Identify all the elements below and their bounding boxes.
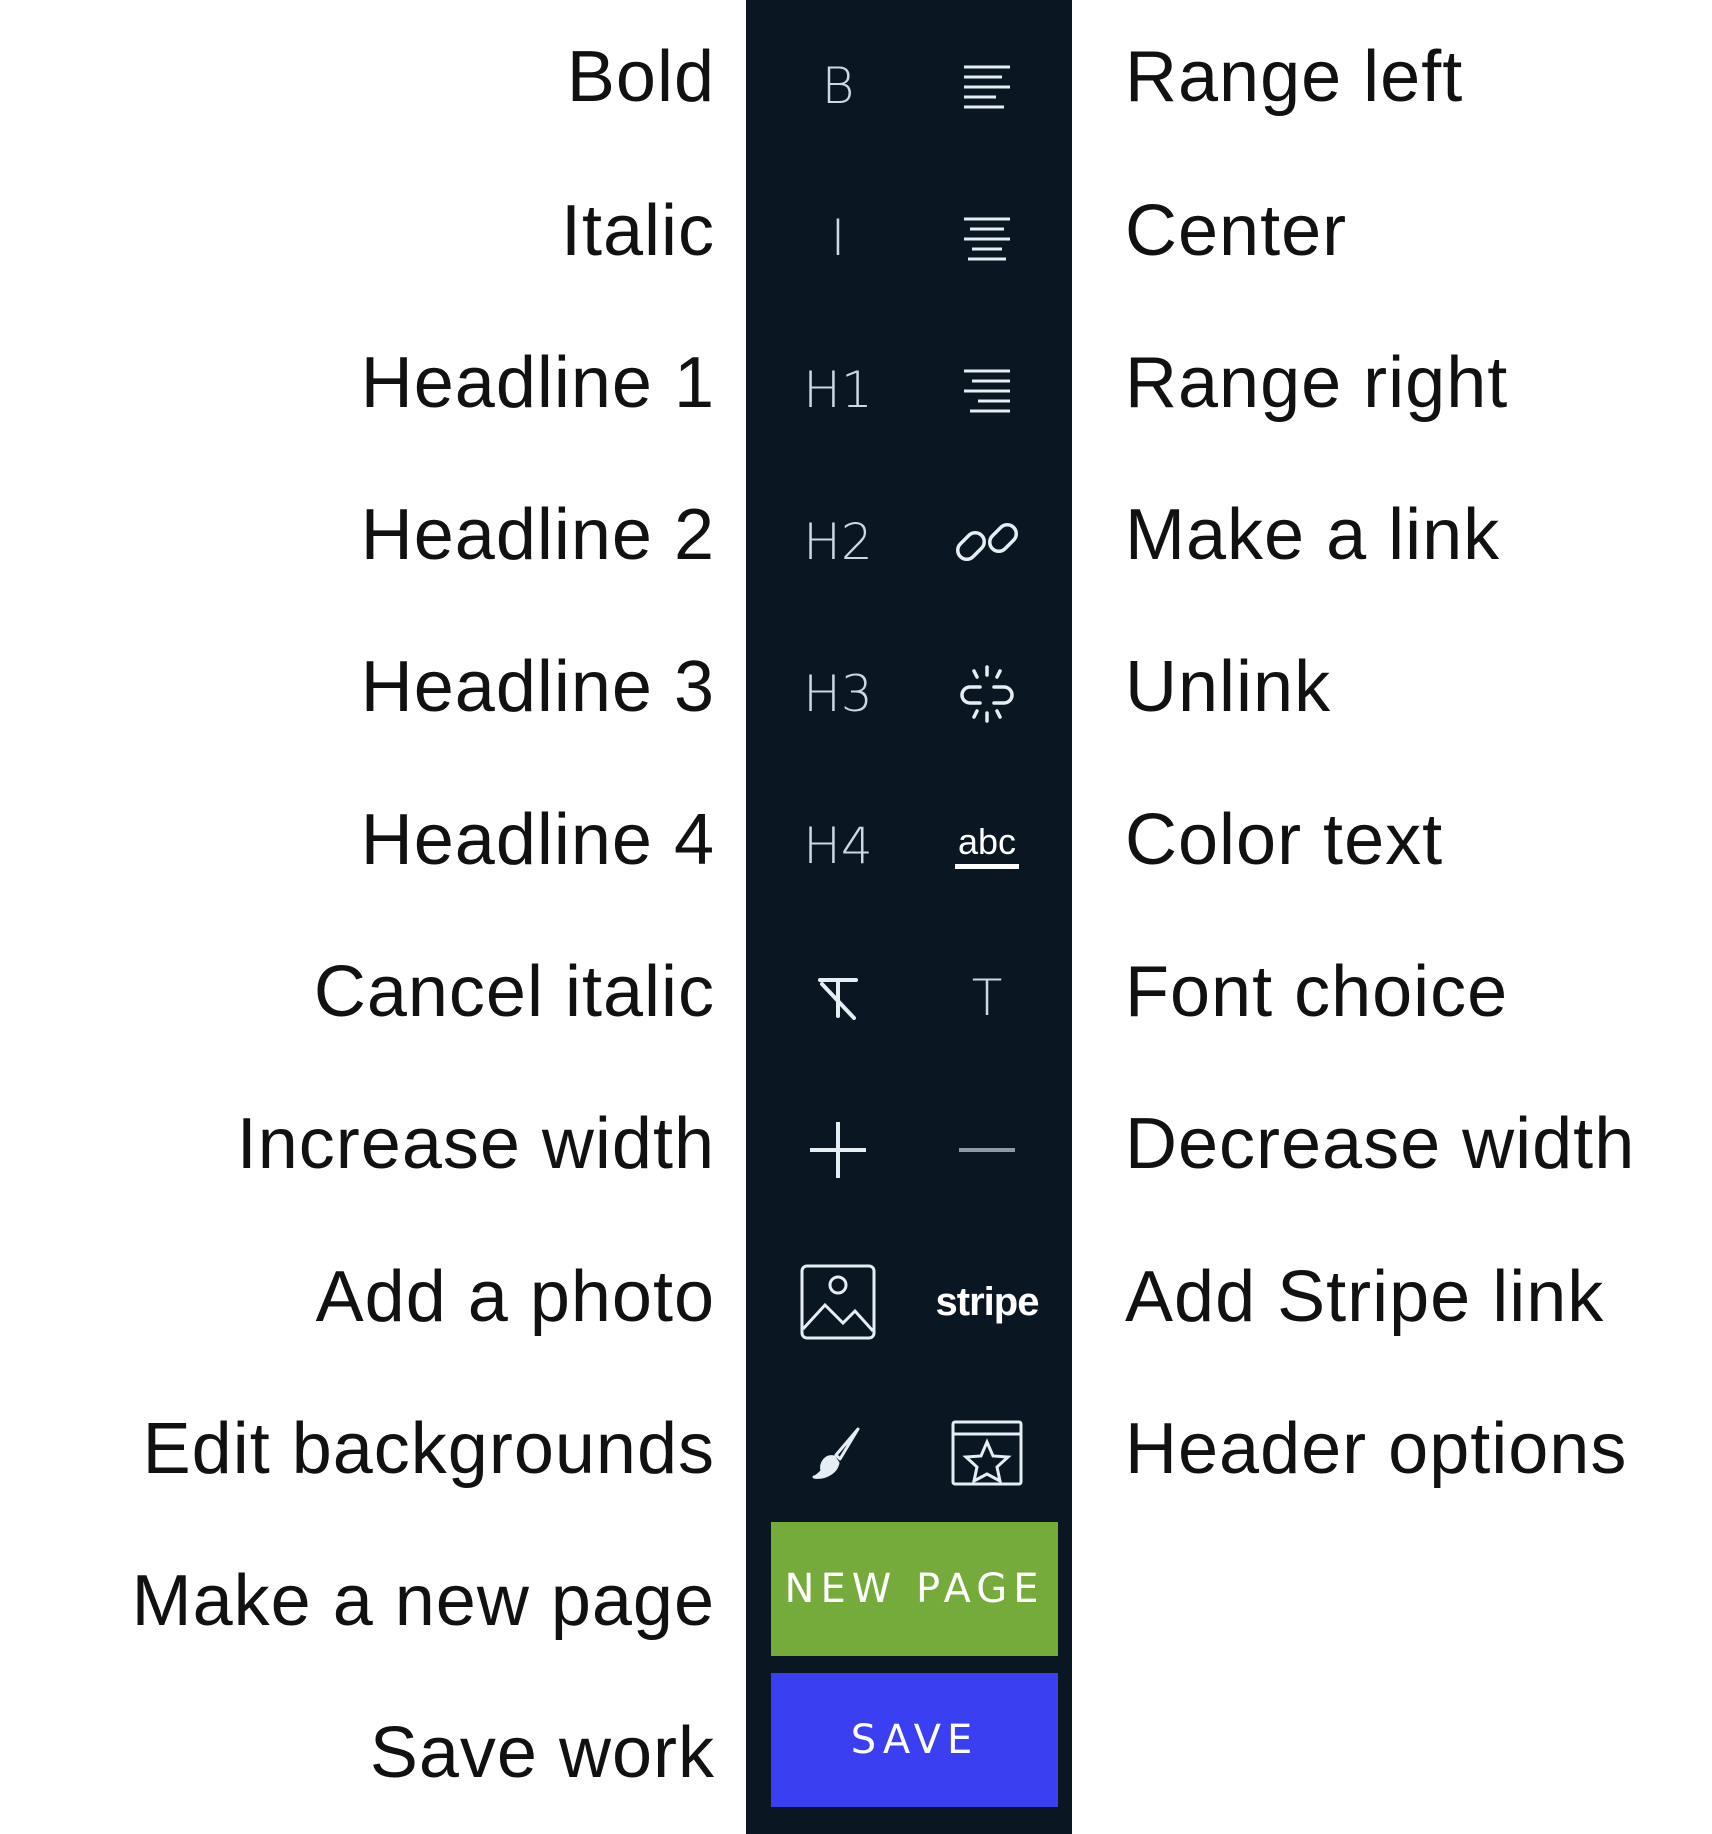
label-headline-3: Headline 3 bbox=[360, 647, 715, 727]
link-icon[interactable] bbox=[942, 497, 1032, 587]
save-button[interactable]: SAVE bbox=[771, 1673, 1058, 1807]
plus-icon[interactable] bbox=[793, 1105, 883, 1195]
color-text-icon[interactable]: abc bbox=[942, 801, 1032, 891]
label-bold: Bold bbox=[566, 37, 715, 117]
label-make-link: Make a link bbox=[1125, 495, 1501, 575]
label-color-text: Color text bbox=[1125, 800, 1444, 880]
h1-icon[interactable]: H1 bbox=[793, 345, 883, 435]
italic-glyph: I bbox=[830, 209, 846, 267]
align-right-icon[interactable] bbox=[942, 345, 1032, 435]
h3-icon[interactable]: H3 bbox=[793, 649, 883, 739]
label-decrease-width: Decrease width bbox=[1125, 1104, 1636, 1184]
header-options-icon[interactable] bbox=[942, 1408, 1032, 1498]
clear-italic-icon[interactable] bbox=[793, 953, 883, 1043]
h2-glyph: H2 bbox=[803, 513, 873, 571]
label-increase-width: Increase width bbox=[236, 1104, 715, 1184]
label-add-photo: Add a photo bbox=[315, 1257, 715, 1337]
label-cancel-italic: Cancel italic bbox=[313, 952, 715, 1032]
label-range-left: Range left bbox=[1125, 37, 1464, 117]
bold-icon[interactable]: B bbox=[793, 41, 883, 131]
h3-glyph: H3 bbox=[803, 665, 873, 723]
align-left-icon[interactable] bbox=[942, 41, 1032, 131]
label-save-work: Save work bbox=[369, 1713, 715, 1793]
stripe-glyph: stripe bbox=[935, 1279, 1040, 1324]
unlink-icon[interactable] bbox=[942, 649, 1032, 739]
label-headline-4: Headline 4 bbox=[360, 800, 715, 880]
font-choice-icon[interactable]: T bbox=[942, 953, 1032, 1043]
h4-glyph: H4 bbox=[803, 817, 873, 875]
minus-icon[interactable] bbox=[942, 1105, 1032, 1195]
italic-icon[interactable]: I bbox=[793, 193, 883, 283]
photo-icon[interactable] bbox=[793, 1257, 883, 1347]
stripe-icon[interactable]: stripe bbox=[936, 1257, 1040, 1347]
label-headline-2: Headline 2 bbox=[360, 495, 715, 575]
label-font-choice: Font choice bbox=[1125, 952, 1509, 1032]
label-new-page: Make a new page bbox=[131, 1561, 715, 1641]
font-glyph: T bbox=[971, 969, 1003, 1027]
color-underline bbox=[955, 863, 1019, 869]
label-center: Center bbox=[1125, 191, 1348, 271]
brush-icon[interactable] bbox=[793, 1408, 883, 1498]
h2-icon[interactable]: H2 bbox=[793, 497, 883, 587]
label-edit-backgrounds: Edit backgrounds bbox=[142, 1409, 715, 1489]
bold-glyph: B bbox=[821, 57, 855, 115]
label-range-right: Range right bbox=[1125, 343, 1509, 423]
label-unlink: Unlink bbox=[1125, 647, 1332, 727]
h4-icon[interactable]: H4 bbox=[793, 801, 883, 891]
label-add-stripe-link: Add Stripe link bbox=[1125, 1257, 1605, 1337]
label-header-options: Header options bbox=[1125, 1409, 1628, 1489]
abc-glyph: abc bbox=[957, 820, 1017, 862]
new-page-button[interactable]: NEW PAGE bbox=[771, 1522, 1058, 1656]
label-headline-1: Headline 1 bbox=[360, 343, 715, 423]
h1-glyph: H1 bbox=[803, 361, 873, 419]
align-center-icon[interactable] bbox=[942, 193, 1032, 283]
label-italic: Italic bbox=[560, 191, 715, 271]
